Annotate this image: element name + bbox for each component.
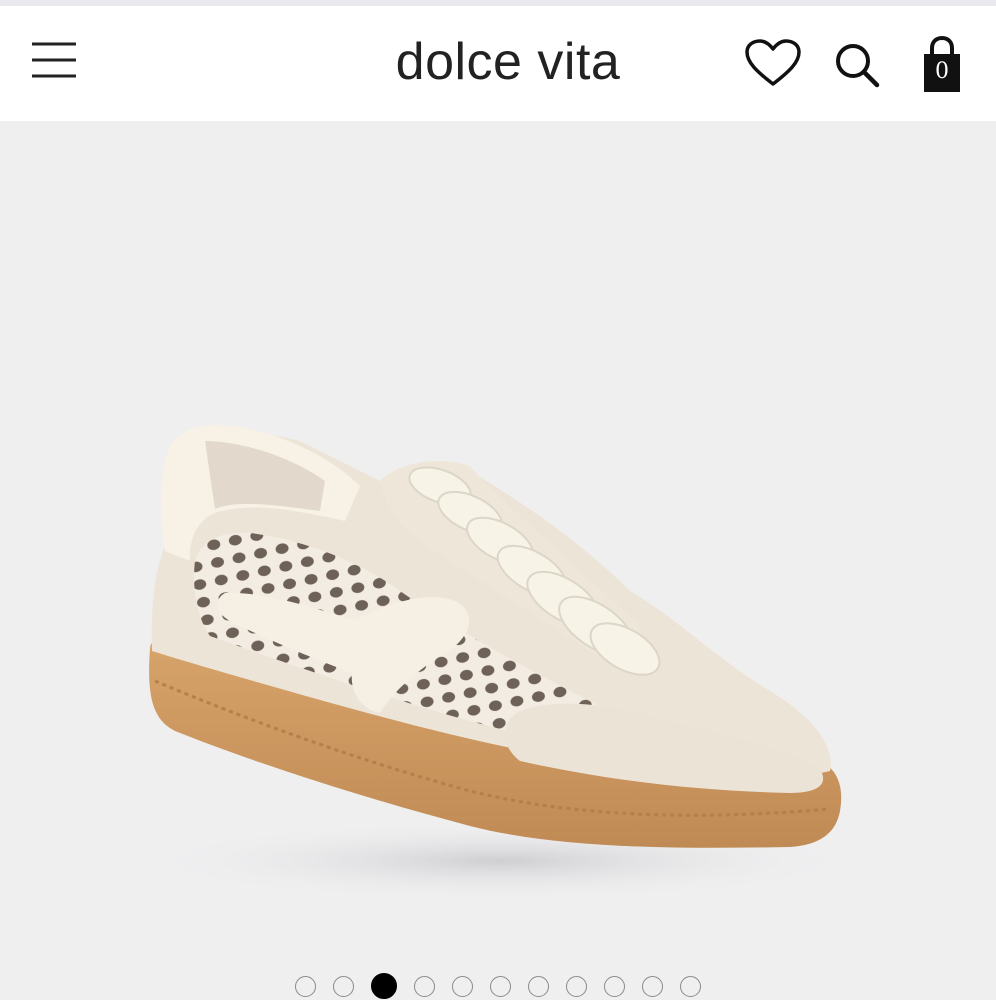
gallery-dot[interactable]	[414, 975, 435, 997]
search-button[interactable]	[832, 40, 882, 90]
bag-count-badge: 0	[935, 59, 949, 84]
gallery-dot[interactable]	[680, 975, 701, 997]
gallery-dot-active[interactable]	[371, 973, 397, 999]
hamburger-menu-icon	[32, 42, 76, 78]
brand-logo[interactable]: dolce vita	[318, 30, 698, 94]
gallery-dot[interactable]	[490, 975, 511, 997]
product-photo-sneaker	[140, 424, 860, 901]
gallery-dot[interactable]	[333, 975, 354, 997]
menu-button[interactable]	[26, 36, 82, 86]
gallery-dot[interactable]	[295, 975, 316, 997]
gallery-dot[interactable]	[604, 975, 625, 997]
gallery-dot[interactable]	[642, 975, 663, 997]
product-image-gallery[interactable]	[0, 121, 996, 1000]
wishlist-button[interactable]	[744, 39, 802, 89]
gallery-dot[interactable]	[452, 975, 473, 997]
site-header: dolce vita 0	[0, 6, 996, 121]
gallery-pagination	[0, 973, 996, 999]
gallery-dot[interactable]	[528, 975, 549, 997]
search-icon	[836, 44, 880, 88]
heart-icon	[745, 39, 801, 86]
gallery-dot[interactable]	[566, 975, 587, 997]
shopping-bag-button[interactable]: 0	[916, 35, 968, 94]
